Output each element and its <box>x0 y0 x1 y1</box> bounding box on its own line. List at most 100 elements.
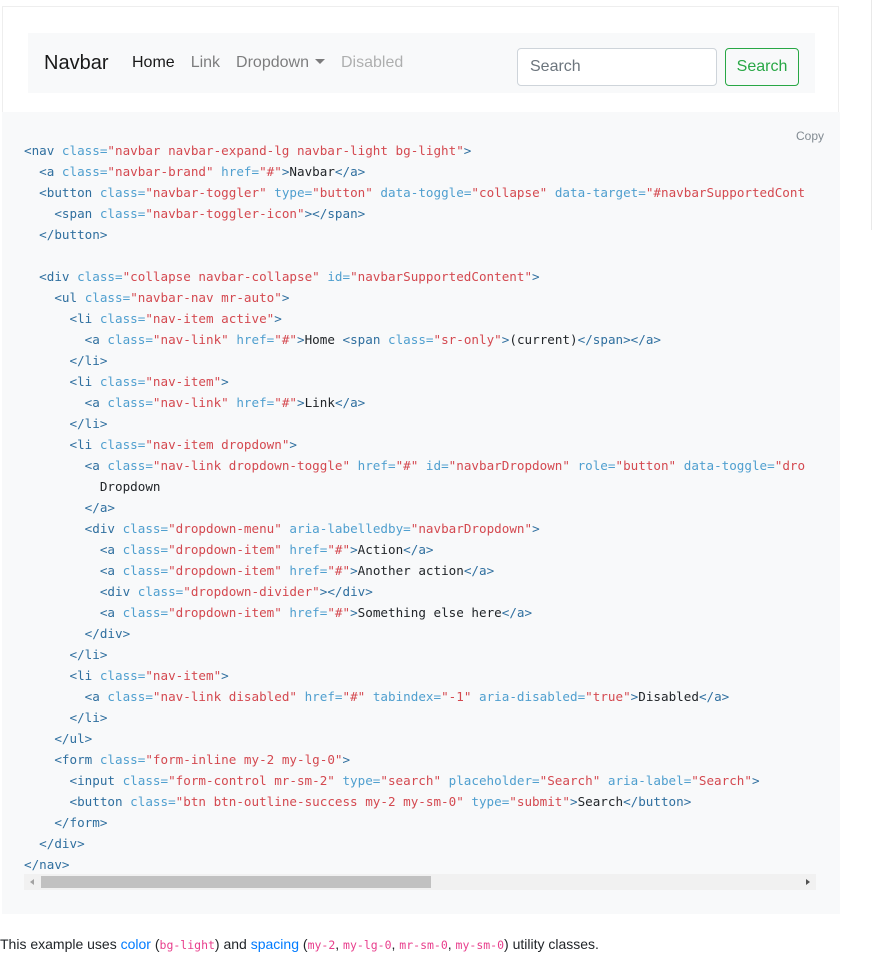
code-token: "true" <box>585 689 631 704</box>
code-token: <a <box>39 164 62 179</box>
example-preview: Navbar Home Link Dropdown Disabled Searc… <box>2 6 839 112</box>
code-token: "navbar-nav mr-auto" <box>130 290 282 305</box>
code-token: "navbar navbar-expand-lg navbar-light bg… <box>107 143 464 158</box>
code-token: > <box>221 668 229 683</box>
code-listing: <nav class="navbar navbar-expand-lg navb… <box>24 140 818 875</box>
code-token: <span <box>54 206 100 221</box>
code-line: ​ <box>24 245 818 266</box>
code-token: type= <box>342 773 381 788</box>
code-token: </a> <box>698 689 730 704</box>
code-token: href= <box>236 395 275 410</box>
code-token: > <box>751 773 760 788</box>
nav-link-dropdown[interactable]: Dropdown <box>236 53 325 73</box>
code-token: data-target= <box>554 185 646 200</box>
code-token: "dropdown-item" <box>168 605 290 620</box>
code-token: "#" <box>274 332 297 347</box>
code-token: > <box>569 794 578 809</box>
code-line: </li> <box>24 413 818 434</box>
nav-link-link[interactable]: Link <box>191 53 220 73</box>
color-link[interactable]: color <box>121 936 151 952</box>
code-token: class= <box>130 794 176 809</box>
code-token: aria-disabled= <box>479 689 586 704</box>
code-token: "button" <box>312 185 381 200</box>
code-token: <li <box>69 668 100 683</box>
code-token: <div <box>39 269 78 284</box>
code-line: <a class="dropdown-item" href="#">Anothe… <box>24 560 818 581</box>
code-token: > <box>463 143 472 158</box>
code-line: <li class="nav-item"> <box>24 665 818 686</box>
code-token: Action <box>357 542 404 557</box>
inline-code: my-lg-0 <box>343 938 392 952</box>
inline-code: my-sm-0 <box>455 938 505 952</box>
code-token: > <box>350 563 358 578</box>
code-line: <span class="navbar-toggler-icon"></span… <box>24 203 818 224</box>
search-input[interactable] <box>517 48 717 86</box>
code-token: class= <box>99 185 146 200</box>
nav-links: Home Link Dropdown Disabled <box>132 53 419 73</box>
code-token: "#navbarSupportedCont <box>645 185 806 200</box>
code-token: type= <box>274 185 313 200</box>
code-line: <a class="nav-link disabled" href="#" ta… <box>24 686 818 707</box>
code-token: <button <box>69 794 131 809</box>
desc-text: , <box>447 936 456 952</box>
navbar-brand[interactable]: Navbar <box>44 49 108 77</box>
code-token: class= <box>107 395 153 410</box>
code-line: </nav> <box>24 854 818 875</box>
code-line: <div class="dropdown-menu" aria-labelled… <box>24 518 818 539</box>
code-token: "form-control mr-sm-2" <box>168 773 343 788</box>
code-token: </li> <box>69 416 108 431</box>
scrollbar-thumb[interactable] <box>41 876 431 888</box>
code-token: class= <box>99 437 146 452</box>
code-token: class= <box>122 542 169 557</box>
code-token: "search" <box>380 773 449 788</box>
code-token: id= <box>327 269 351 284</box>
horizontal-scrollbar[interactable] <box>24 874 816 890</box>
code-token: </div> <box>39 836 85 851</box>
code-token: class= <box>122 521 169 536</box>
search-button[interactable]: Search <box>725 48 799 86</box>
nav-link-home[interactable]: Home <box>132 53 175 73</box>
code-token: > <box>532 521 540 536</box>
code-token: "#" <box>342 689 373 704</box>
code-token: > <box>532 269 540 284</box>
code-token: "Search" <box>691 773 752 788</box>
code-token: Navbar <box>289 164 335 179</box>
code-token: "#" <box>327 542 351 557</box>
code-token: <li <box>69 311 100 326</box>
code-token: > <box>281 290 290 305</box>
code-token: "nav-item dropdown" <box>145 437 290 452</box>
code-line: </div> <box>24 623 818 644</box>
code-token: "navbar-toggler" <box>145 185 275 200</box>
code-token: </button> <box>39 227 108 242</box>
code-token: "nav-item" <box>145 374 222 389</box>
code-block: Copy <nav class="navbar navbar-expand-lg… <box>2 112 840 914</box>
code-line: <form class="form-inline my-2 my-lg-0"> <box>24 749 818 770</box>
code-token: "#" <box>327 605 351 620</box>
code-line: <ul class="navbar-nav mr-auto"> <box>24 287 818 308</box>
code-token: data-toggle= <box>683 458 775 473</box>
spacing-link[interactable]: spacing <box>251 936 299 952</box>
code-line: <button class="btn btn-outline-success m… <box>24 791 818 812</box>
scroll-right-arrow-icon[interactable] <box>806 879 810 885</box>
code-token: <input <box>69 773 123 788</box>
scroll-left-arrow-icon[interactable] <box>30 879 34 885</box>
code-token: href= <box>289 542 328 557</box>
navbar: Navbar Home Link Dropdown Disabled Searc… <box>28 33 815 93</box>
code-token: </form> <box>54 815 108 830</box>
code-line: Dropdown <box>24 476 818 497</box>
code-token: href= <box>304 689 343 704</box>
desc-text: This example uses <box>0 936 121 952</box>
